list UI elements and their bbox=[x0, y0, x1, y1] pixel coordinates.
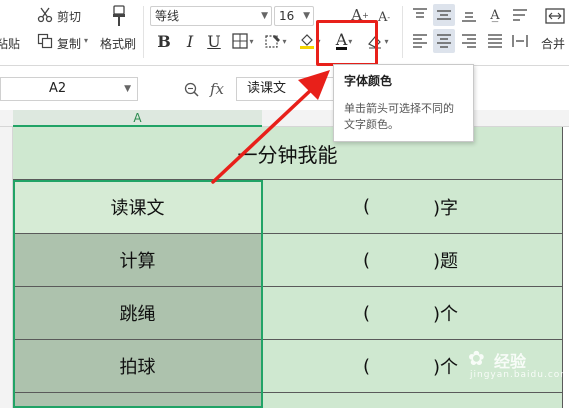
row-label: 计算 bbox=[119, 251, 156, 272]
table-row-value-cell[interactable] bbox=[263, 393, 563, 408]
italic-icon[interactable]: I bbox=[180, 30, 200, 52]
right-paren-unit: )个 bbox=[433, 304, 459, 325]
formula-input[interactable]: 读课文 bbox=[236, 77, 336, 101]
align-top-icon[interactable] bbox=[410, 6, 430, 24]
paw-icon: ✿ bbox=[468, 346, 485, 370]
table-row-label-cell[interactable]: 计算 bbox=[13, 234, 263, 287]
paste-button[interactable]: 粘贴 bbox=[0, 35, 20, 52]
watermark-subtext: jingyan.baidu.com bbox=[470, 370, 569, 380]
left-paren: ( bbox=[363, 196, 371, 217]
column-header-a[interactable]: A bbox=[13, 110, 262, 127]
ribbon-toolbar: 剪切 粘贴 复制 ▾ 格式刷 等线 ▼ 16 ▼ A + A- B I U ▾ ▾… bbox=[0, 0, 569, 66]
ribbon-divider bbox=[402, 6, 403, 58]
copy-dropdown-arrow-icon[interactable]: ▾ bbox=[84, 36, 88, 45]
table-row-label-cell[interactable]: 拍球 bbox=[13, 340, 263, 393]
font-size-select[interactable]: 16 ▼ bbox=[274, 6, 314, 26]
align-right-icon[interactable] bbox=[459, 31, 479, 51]
left-paren: ( bbox=[363, 302, 371, 324]
cell-style-icon[interactable]: ▾ bbox=[262, 30, 290, 52]
tooltip-description-line-1: 单击箭头可选择不同的 bbox=[344, 102, 454, 115]
left-paren: ( bbox=[363, 355, 371, 377]
align-left-icon[interactable] bbox=[410, 31, 430, 51]
cell-reference: A2 bbox=[49, 81, 67, 96]
bold-icon[interactable]: B bbox=[154, 30, 174, 52]
align-center-icon[interactable] bbox=[433, 29, 455, 53]
chevron-down-icon: ▼ bbox=[261, 11, 268, 21]
scissors-icon[interactable] bbox=[36, 6, 54, 24]
text-direction-icon[interactable]: A̲ bbox=[485, 5, 505, 25]
right-paren-unit: )个 bbox=[433, 357, 459, 378]
font-name-value: 等线 bbox=[155, 9, 180, 23]
name-box[interactable]: A2 ▼ bbox=[0, 77, 138, 101]
font-color-highlight-box bbox=[316, 20, 378, 66]
font-size-value: 16 bbox=[279, 9, 295, 23]
watermark-text: 经验 bbox=[494, 352, 527, 371]
merge-center-button[interactable]: 合并 bbox=[541, 35, 565, 52]
align-bottom-icon[interactable] bbox=[459, 6, 479, 24]
chevron-down-icon[interactable]: ▼ bbox=[124, 78, 131, 100]
justify-icon[interactable] bbox=[485, 31, 505, 51]
ribbon-divider bbox=[143, 6, 144, 58]
baidu-jingyan-watermark: ✿ 经验 jingyan.baidu.com bbox=[468, 346, 569, 386]
left-paren: ( bbox=[363, 249, 371, 271]
tooltip-title: 字体颜色 bbox=[344, 74, 393, 88]
table-row-value-cell[interactable]: ( )个 bbox=[263, 287, 563, 340]
table-row-label-cell[interactable]: 读课文 bbox=[13, 180, 263, 234]
row-label: 读课文 bbox=[110, 197, 165, 219]
right-paren-unit: )字 bbox=[433, 197, 459, 219]
fx-function-icon[interactable]: fx bbox=[206, 79, 228, 99]
underline-icon[interactable]: U bbox=[204, 30, 224, 52]
right-paren-unit: )题 bbox=[433, 251, 459, 272]
table-row-value-cell[interactable]: ( )题 bbox=[263, 234, 563, 287]
table-row-value-cell[interactable]: ( )字 bbox=[263, 180, 563, 234]
font-color-tooltip: 字体颜色 单击箭头可选择不同的 文字颜色。 bbox=[333, 64, 474, 142]
chevron-down-icon: ▼ bbox=[303, 11, 310, 21]
title-text: 一分钟我能 bbox=[237, 142, 338, 167]
tooltip-description-line-2: 文字颜色。 bbox=[344, 118, 399, 131]
row-label: 拍球 bbox=[119, 357, 156, 378]
merge-cells-icon[interactable] bbox=[544, 4, 566, 28]
format-painter-button[interactable]: 格式刷 bbox=[100, 35, 136, 52]
title-cell[interactable]: 一分钟我能 bbox=[13, 127, 563, 180]
copy-icon[interactable] bbox=[36, 32, 54, 50]
format-painter-icon[interactable] bbox=[108, 4, 130, 28]
zoom-search-icon[interactable] bbox=[182, 80, 200, 98]
table-row-label-cell[interactable] bbox=[13, 393, 263, 408]
distributed-align-icon[interactable] bbox=[510, 31, 530, 51]
table-row-label-cell[interactable]: 跳绳 bbox=[13, 287, 263, 340]
formula-value: 读课文 bbox=[247, 81, 287, 96]
column-header-row: A bbox=[0, 110, 569, 127]
cut-button[interactable]: 剪切 bbox=[57, 8, 81, 25]
wrap-text-icon[interactable] bbox=[510, 6, 530, 24]
copy-button[interactable]: 复制 bbox=[57, 35, 81, 52]
row-header-column bbox=[0, 127, 13, 408]
align-middle-icon[interactable] bbox=[433, 4, 455, 26]
formula-bar: A2 ▼ fx 读课文 bbox=[0, 76, 569, 102]
borders-icon[interactable]: ▾ bbox=[229, 30, 257, 52]
row-label: 跳绳 bbox=[119, 304, 156, 325]
font-name-select[interactable]: 等线 ▼ bbox=[150, 6, 272, 26]
